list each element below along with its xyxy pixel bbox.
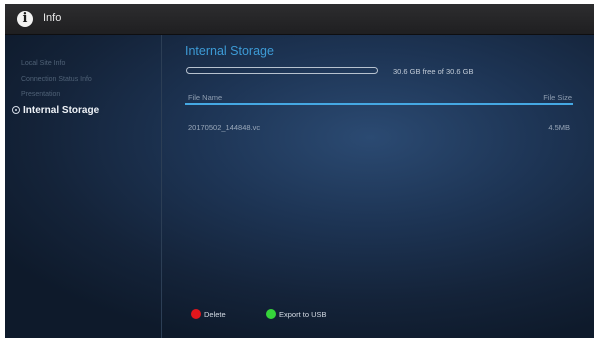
red-dot-icon [191, 309, 201, 319]
file-name: 20170502_144848.vc [188, 123, 261, 132]
delete-label: Delete [204, 310, 226, 319]
file-size: 4.5MB [548, 123, 570, 132]
header-divider [185, 103, 573, 105]
export-to-usb-button[interactable]: Export to USB [266, 309, 346, 321]
sidebar-item-local-site-info[interactable]: Local Site Info [21, 60, 65, 67]
column-header-file-name: File Name [188, 93, 223, 102]
export-label: Export to USB [279, 310, 327, 319]
column-header-file-size: File Size [543, 93, 572, 102]
title-bar: i Info [5, 4, 594, 35]
screen: i Info Local Site Info Connection Status… [5, 4, 594, 338]
info-icon: i [17, 11, 33, 27]
page-title: Internal Storage [185, 44, 274, 58]
radio-selected-icon [12, 106, 20, 115]
delete-button[interactable]: Delete [191, 309, 251, 321]
sidebar-item-internal-storage[interactable]: Internal Storage [12, 105, 99, 116]
storage-progress-bar [186, 67, 378, 74]
sidebar-item-presentation[interactable]: Presentation [21, 91, 60, 98]
file-row[interactable]: 20170502_144848.vc 4.5MB [185, 121, 573, 135]
sidebar-item-connection-status-info[interactable]: Connection Status Info [21, 76, 92, 83]
sidebar: Local Site Info Connection Status Info P… [5, 35, 162, 338]
app-title: Info [43, 12, 62, 24]
storage-status-text: 30.6 GB free of 30.6 GB [393, 67, 474, 76]
green-dot-icon [266, 309, 276, 319]
sidebar-item-label: Internal Storage [23, 105, 100, 116]
